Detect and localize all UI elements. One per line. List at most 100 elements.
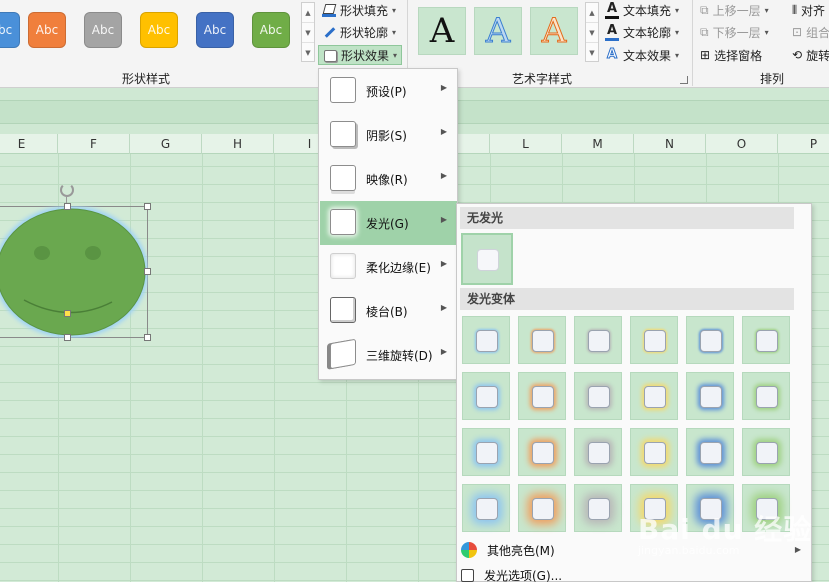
glow-variant-option[interactable] <box>574 428 622 476</box>
glow-variant-option[interactable] <box>574 316 622 364</box>
no-glow-header: 无发光 <box>460 207 794 229</box>
dialog-launcher-icon[interactable] <box>680 76 688 84</box>
glow-variant-option[interactable] <box>462 484 510 532</box>
glow-variant-option[interactable] <box>742 428 790 476</box>
effects-menu-item[interactable]: 预设(P) ▶ <box>320 69 457 113</box>
shape-fill-button[interactable]: 形状填充 ▾ <box>322 0 396 20</box>
column-header[interactable]: N <box>634 134 706 154</box>
bring-forward-button[interactable]: ⧉ 上移一层 ▾ <box>700 0 769 20</box>
column-header[interactable]: G <box>130 134 202 154</box>
resize-handle[interactable] <box>64 203 71 210</box>
rotate-handle-icon[interactable] <box>60 183 74 197</box>
shape-style-swatch[interactable]: Abc <box>196 12 234 48</box>
shape-style-swatch[interactable]: Abc <box>0 12 20 48</box>
glow-variant-option[interactable] <box>518 484 566 532</box>
text-fill-button[interactable]: A 文本填充 ▾ <box>605 0 679 20</box>
glow-variant-option[interactable] <box>462 428 510 476</box>
wordart-style-orange[interactable]: A <box>530 7 578 55</box>
chevron-down-icon: ▾ <box>764 27 769 37</box>
send-backward-button[interactable]: ⧉ 下移一层 ▾ <box>700 22 769 42</box>
column-header[interactable]: F <box>58 134 130 154</box>
glow-variant-option[interactable] <box>518 316 566 364</box>
gallery-more-icon[interactable]: ▼ <box>586 43 598 63</box>
shape-effects-icon <box>323 48 337 62</box>
glow-variant-option[interactable] <box>742 372 790 420</box>
gallery-more-icon[interactable]: ▼ <box>302 43 314 63</box>
rotate-button[interactable]: ⟲ 旋转 <box>792 45 829 65</box>
glow-icon <box>330 209 356 235</box>
effects-menu-item[interactable]: 棱台(B) ▶ <box>320 289 457 333</box>
glow-variant-option[interactable] <box>630 372 678 420</box>
glow-variant-preview <box>700 442 722 464</box>
effects-menu-item[interactable]: 阴影(S) ▶ <box>320 113 457 157</box>
selection-pane-button[interactable]: ⊞ 选择窗格 <box>700 45 762 65</box>
glow-options-item[interactable]: 发光选项(G)... <box>461 564 562 582</box>
wordart-style-black[interactable]: A <box>418 7 466 55</box>
glow-variant-option[interactable] <box>518 428 566 476</box>
glow-variant-option[interactable] <box>518 372 566 420</box>
shape-outline-button[interactable]: 形状轮廓 ▾ <box>322 22 396 42</box>
text-outline-button[interactable]: A 文本轮廓 ▾ <box>605 22 679 42</box>
text-effects-button[interactable]: A 文本效果 ▾ <box>605 45 679 65</box>
glow-variant-preview <box>700 330 722 352</box>
glow-variant-option[interactable] <box>630 428 678 476</box>
glow-variant-preview <box>532 442 554 464</box>
wordart-gallery-scroll[interactable]: ▲ ▼ ▼ <box>585 2 599 62</box>
shape-style-swatch[interactable]: Abc <box>28 12 66 48</box>
column-header[interactable]: P <box>778 134 829 154</box>
glow-variant-preview <box>644 386 666 408</box>
effects-menu-item[interactable]: 映像(R) ▶ <box>320 157 457 201</box>
column-header[interactable]: M <box>562 134 634 154</box>
glow-variant-preview <box>588 330 610 352</box>
glow-variant-option[interactable] <box>462 316 510 364</box>
glow-variant-option[interactable] <box>742 316 790 364</box>
glow-variant-option[interactable] <box>574 372 622 420</box>
column-header[interactable]: O <box>706 134 778 154</box>
effects-menu-item-label: 柔化边缘(E) <box>366 261 431 275</box>
effects-menu-item[interactable]: 柔化边缘(E) ▶ <box>320 245 457 289</box>
rotate-icon: ⟲ <box>792 48 803 62</box>
gallery-scroll[interactable]: ▲ ▼ ▼ <box>301 2 315 62</box>
align-icon: ⫴ <box>792 2 798 17</box>
shape-style-swatch[interactable]: Abc <box>140 12 178 48</box>
shape-style-swatch[interactable]: Abc <box>84 12 122 48</box>
shape-effects-button[interactable]: 形状效果 ▾ <box>318 45 403 65</box>
glow-variant-option[interactable] <box>574 484 622 532</box>
glow-variant-option[interactable] <box>686 428 734 476</box>
no-glow-option[interactable] <box>461 233 513 285</box>
glow-variant-preview <box>756 386 778 408</box>
shape-style-swatch[interactable]: Abc <box>252 12 290 48</box>
gallery-down-icon[interactable]: ▼ <box>586 23 598 43</box>
more-glow-colors-item[interactable]: 其他亮色(M) <box>461 539 555 561</box>
resize-handle[interactable] <box>64 334 71 341</box>
glow-variant-preview <box>476 442 498 464</box>
glow-variant-preview <box>532 386 554 408</box>
effects-menu-item[interactable]: 发光(G) ▶ <box>320 201 457 245</box>
glow-variant-option[interactable] <box>630 316 678 364</box>
column-header[interactable]: H <box>202 134 274 154</box>
glow-variant-option[interactable] <box>686 372 734 420</box>
wordart-group-label: 艺术字样式 <box>512 72 573 86</box>
align-button[interactable]: ⫴ 对齐 <box>792 0 825 20</box>
glow-variant-preview <box>476 498 498 520</box>
chevron-down-icon: ▾ <box>675 50 680 60</box>
chevron-right-icon: ▶ <box>440 171 447 180</box>
column-header[interactable]: L <box>490 134 562 154</box>
column-header[interactable]: E <box>0 134 58 154</box>
wordart-style-blue[interactable]: A <box>474 7 522 55</box>
effects-menu-item[interactable]: 三维旋转(D) ▶ <box>320 333 457 377</box>
gallery-down-icon[interactable]: ▼ <box>302 23 314 43</box>
glow-variant-preview <box>532 498 554 520</box>
resize-handle[interactable] <box>144 268 151 275</box>
gallery-up-icon[interactable]: ▲ <box>586 3 598 23</box>
resize-handle[interactable] <box>144 203 151 210</box>
chevron-right-icon: ▶ <box>440 303 447 312</box>
smiley-face-shape[interactable] <box>0 206 148 338</box>
gallery-up-icon[interactable]: ▲ <box>302 3 314 23</box>
adjust-handle[interactable] <box>64 310 71 317</box>
resize-handle[interactable] <box>144 334 151 341</box>
glow-variant-option[interactable] <box>462 372 510 420</box>
group-button[interactable]: ⊡ 组合 <box>792 22 829 42</box>
glow-variant-option[interactable] <box>686 316 734 364</box>
reflection-icon <box>330 165 356 191</box>
